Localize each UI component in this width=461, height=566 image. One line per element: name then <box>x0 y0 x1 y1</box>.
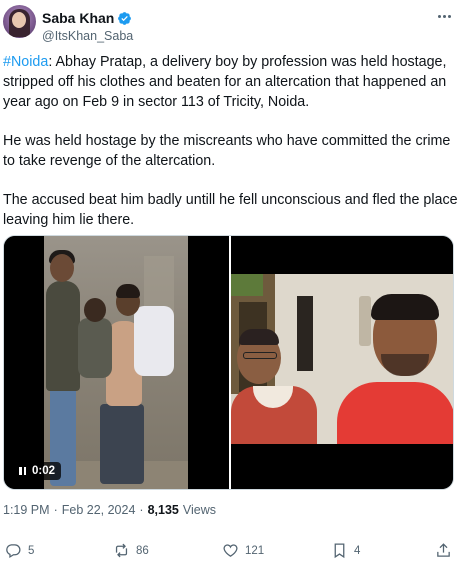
share-icon <box>437 543 450 557</box>
author-name-row: Saba Khan <box>42 10 132 26</box>
bookmark-button[interactable]: 4 <box>331 542 360 559</box>
tweet-paragraph-1: #Noida: Abhay Pratap, a delivery boy by … <box>3 52 458 112</box>
pause-icon[interactable] <box>19 467 26 475</box>
tweet-header: Saba Khan @ItsKhan_Saba <box>3 5 458 45</box>
repost-icon <box>115 543 128 558</box>
repost-button[interactable]: 86 <box>113 542 149 559</box>
bookmark-count: 4 <box>354 544 361 557</box>
reply-icon <box>6 544 21 559</box>
views-count: 8,135 <box>147 503 179 517</box>
bookmark-icon <box>334 543 345 559</box>
video-player[interactable]: 0:02 <box>4 236 229 489</box>
photo-image <box>231 274 453 444</box>
video-time: 0:02 <box>32 465 56 477</box>
avatar[interactable] <box>3 5 36 38</box>
media-grid: 0:02 <box>3 235 454 490</box>
author-name[interactable]: Saba Khan <box>42 10 114 26</box>
hashtag-link[interactable]: #Noida <box>3 54 48 70</box>
like-count: 121 <box>245 544 265 557</box>
photo-panel[interactable] <box>231 236 453 489</box>
video-time-badge[interactable]: 0:02 <box>13 462 62 480</box>
tweet-paragraph-3: The accused beat him badly untill he fel… <box>3 192 458 228</box>
verified-badge-icon <box>118 11 132 25</box>
heart-icon <box>223 544 238 557</box>
tweet-time[interactable]: 1:19 PM <box>3 503 50 517</box>
share-button[interactable] <box>435 542 452 559</box>
reply-button[interactable]: 5 <box>5 542 34 559</box>
tweet-paragraph-2: He was held hostage by the miscreants wh… <box>3 133 451 169</box>
tweet-meta: 1:19 PM · Feb 22, 2024 · 8,135 Views <box>3 503 216 517</box>
like-button[interactable]: 121 <box>222 542 264 559</box>
meta-separator: · <box>139 503 144 517</box>
meta-separator: · <box>53 503 58 517</box>
author-handle[interactable]: @ItsKhan_Saba <box>42 29 133 43</box>
views-label: Views <box>182 503 216 517</box>
tweet-text: #Noida: Abhay Pratap, a delivery boy by … <box>3 52 458 249</box>
repost-count: 86 <box>136 544 149 557</box>
tweet-date[interactable]: Feb 22, 2024 <box>62 503 136 517</box>
reply-count: 5 <box>28 544 35 557</box>
more-options-icon[interactable] <box>434 9 454 23</box>
action-bar: 5 86 121 4 <box>5 542 453 562</box>
paragraph-1-text: : Abhay Pratap, a delivery boy by profes… <box>3 54 447 110</box>
video-thumbnail <box>44 236 188 489</box>
